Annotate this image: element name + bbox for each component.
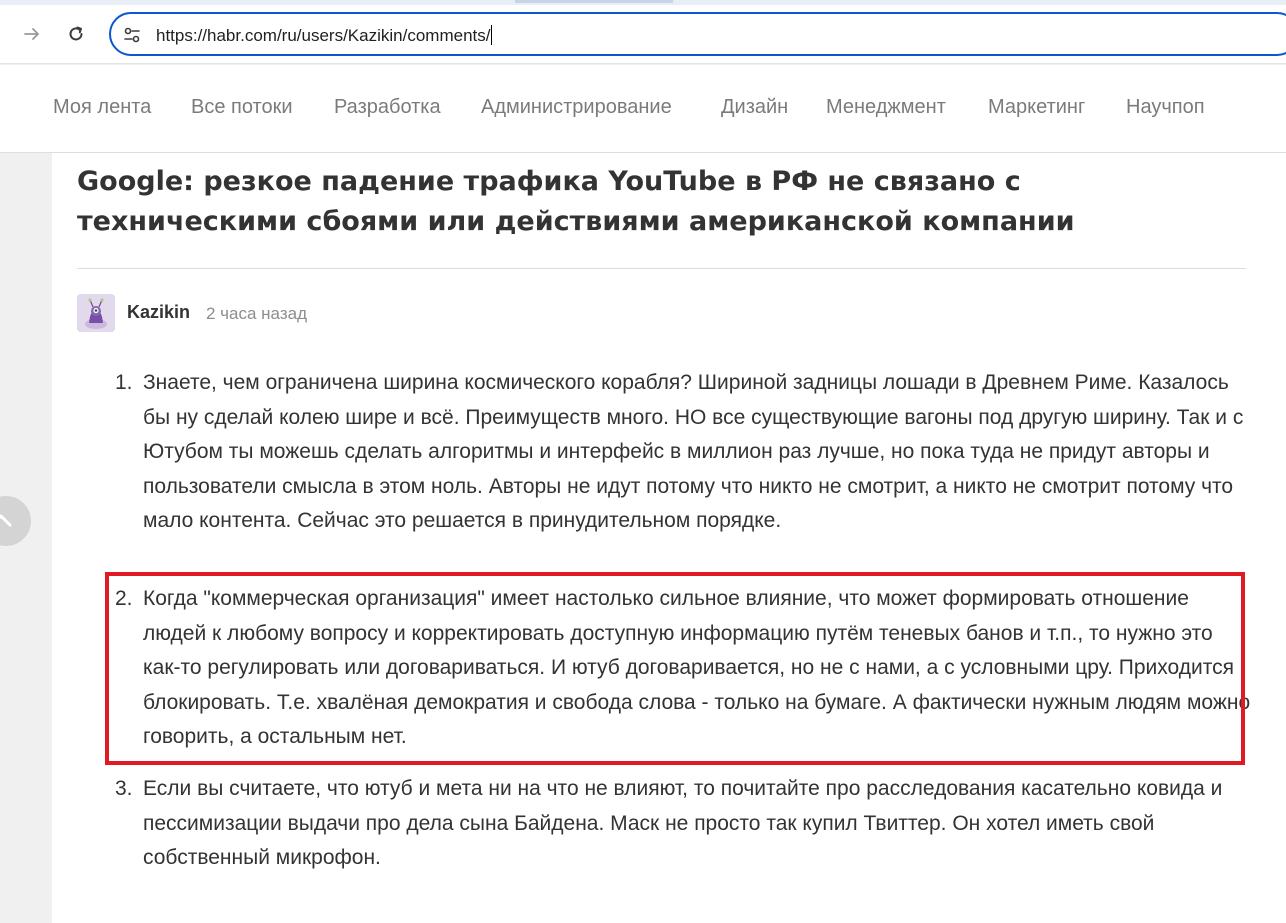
active-tab-indicator xyxy=(515,0,673,3)
highlight-annotation-box xyxy=(105,572,1245,765)
list-number: 3. xyxy=(115,777,133,800)
habr-flow-nav: Моя лента Все потоки Разработка Админист… xyxy=(0,65,1286,153)
avatar[interactable] xyxy=(77,294,115,332)
url-value: https://habr.com/ru/users/Kazikin/commen… xyxy=(156,26,491,45)
nav-item-administration[interactable]: Администрирование xyxy=(481,96,672,119)
list-item: 1. Знаете, чем ограничена ширина космиче… xyxy=(115,366,1253,539)
forward-button[interactable] xyxy=(18,20,46,48)
chevron-up-icon xyxy=(0,514,12,527)
address-bar[interactable]: https://habr.com/ru/users/Kazikin/commen… xyxy=(109,12,1286,56)
arrow-right-icon xyxy=(24,28,39,40)
browser-toolbar: https://habr.com/ru/users/Kazikin/commen… xyxy=(0,0,1286,64)
nav-item-marketing[interactable]: Маркетинг xyxy=(988,96,1085,119)
nav-item-my-feed[interactable]: Моя лента xyxy=(53,96,151,119)
list-item: 3. Если вы считаете, что ютуб и мета ни … xyxy=(115,772,1253,876)
tune-icon[interactable] xyxy=(122,25,142,45)
scroll-to-top-button[interactable] xyxy=(0,496,31,546)
nav-item-popsci[interactable]: Научпоп xyxy=(1126,96,1205,119)
list-number: 1. xyxy=(115,371,133,394)
comment-author[interactable]: Kazikin xyxy=(127,302,190,323)
comment-time[interactable]: 2 часа назад xyxy=(206,304,307,324)
nav-item-development[interactable]: Разработка xyxy=(334,96,441,119)
alien-avatar-icon xyxy=(77,294,115,332)
nav-item-all-flows[interactable]: Все потоки xyxy=(191,96,293,119)
article-title-link[interactable]: Google: резкое падение трафика YouTube в… xyxy=(77,162,1217,242)
nav-item-design[interactable]: Дизайн xyxy=(721,96,788,119)
comment-card: Google: резкое падение трафика YouTube в… xyxy=(52,153,1286,923)
url-text[interactable]: https://habr.com/ru/users/Kazikin/commen… xyxy=(156,25,493,46)
text-cursor xyxy=(491,25,493,45)
reload-icon xyxy=(69,26,83,41)
nav-item-management[interactable]: Менеджмент xyxy=(826,96,946,119)
list-item-text: Знаете, чем ограничена ширина космическо… xyxy=(143,371,1244,532)
list-item-text: Если вы считаете, что ютуб и мета ни на … xyxy=(143,777,1223,869)
divider xyxy=(77,268,1246,269)
reload-button[interactable] xyxy=(62,20,90,48)
